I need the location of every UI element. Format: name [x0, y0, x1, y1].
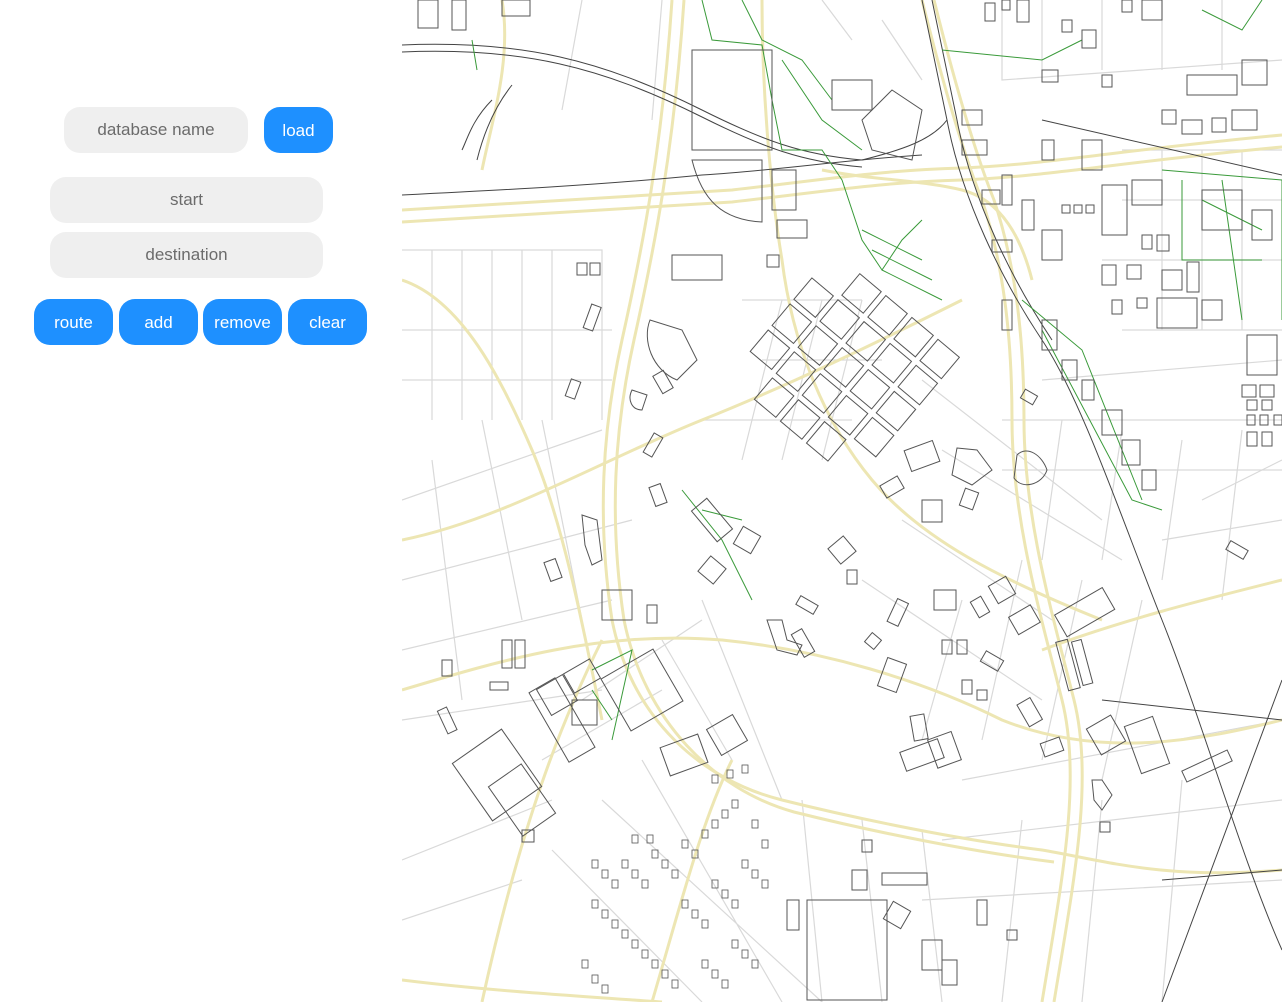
clear-button[interactable]: clear [288, 299, 367, 345]
remove-button[interactable]: remove [203, 299, 282, 345]
add-button[interactable]: add [119, 299, 198, 345]
map-canvas[interactable] [402, 0, 1282, 1002]
major-roads-layer [402, 0, 1282, 1002]
start-input[interactable] [50, 177, 323, 223]
database-name-input[interactable] [64, 107, 248, 153]
destination-input[interactable] [50, 232, 323, 278]
control-panel: load route add remove clear [0, 0, 402, 1002]
route-button[interactable]: route [34, 299, 113, 345]
load-button[interactable]: load [264, 107, 333, 153]
houses-layer [581, 764, 769, 994]
